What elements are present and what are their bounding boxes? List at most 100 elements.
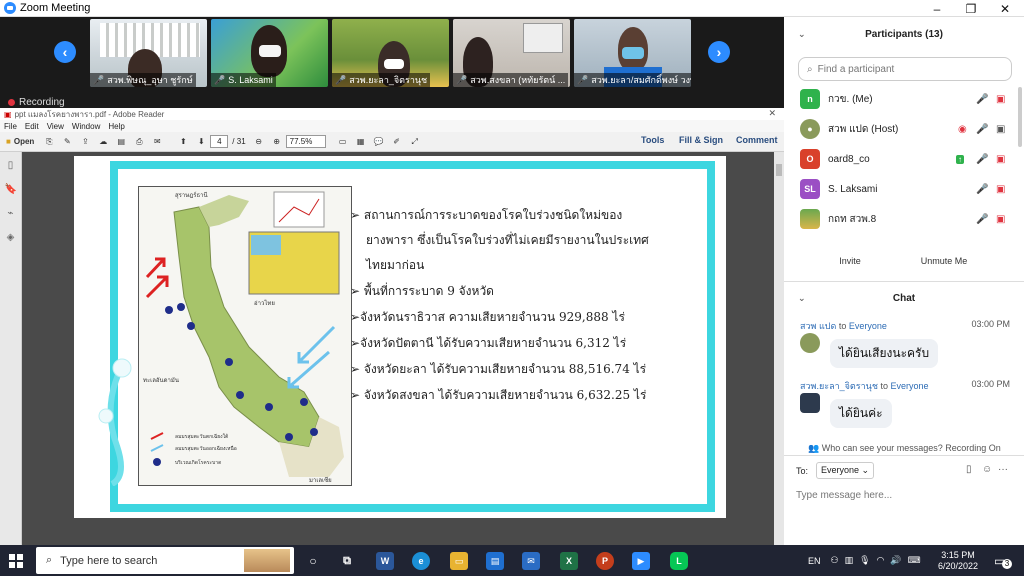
menu-window[interactable]: Window: [72, 122, 100, 131]
reader-vertical-scrollbar[interactable]: [774, 152, 784, 545]
pages-panel-icon[interactable]: ▯: [5, 160, 17, 172]
mail-icon[interactable]: ✉: [522, 552, 540, 570]
comment-tab[interactable]: Comment: [736, 135, 778, 145]
fit-page-icon[interactable]: ▭: [336, 135, 350, 149]
reader-close-icon[interactable]: ✕: [768, 108, 776, 119]
taskbar-search-box[interactable]: ⌕ Type here to search: [36, 547, 294, 574]
zoom-in-icon[interactable]: ⊕: [270, 135, 284, 149]
tools-tab[interactable]: Tools: [641, 135, 664, 145]
menu-edit[interactable]: Edit: [25, 122, 39, 131]
edge-icon[interactable]: e: [412, 552, 430, 570]
invite-button[interactable]: Invite: [832, 253, 868, 269]
print-icon[interactable]: ⎙: [132, 135, 146, 149]
clock[interactable]: 3:15 PM 6/20/2022: [936, 545, 980, 576]
mic-icon[interactable]: 🎤: [976, 124, 988, 135]
tile-name-text: สวพ.ยะลา/สมศักดิ์พงษ์ วงษ์...: [591, 75, 691, 85]
email-icon[interactable]: ✉: [150, 135, 164, 149]
maximize-button[interactable]: ❐: [954, 0, 988, 17]
create-pdf-icon[interactable]: ⎘: [42, 135, 56, 149]
volume-icon[interactable]: 🔊: [890, 555, 901, 566]
unmute-me-button[interactable]: Unmute Me: [914, 253, 974, 269]
microphone-icon[interactable]: 🎙: [859, 555, 870, 566]
keyboard-icon[interactable]: ⌨: [908, 555, 921, 566]
zoom-out-icon[interactable]: ⊖: [252, 135, 266, 149]
notifications-button[interactable]: ▭ 3: [994, 545, 1012, 576]
tile-name-text: S. Laksami: [228, 75, 273, 85]
edit-pdf-icon[interactable]: ✎: [60, 135, 74, 149]
video-tile[interactable]: 🎤 สวพ.ยะลา_จิตรานุช: [332, 19, 449, 87]
participant-row[interactable]: n กวข. (Me) 🎤 ▣: [800, 87, 1020, 111]
video-off-icon[interactable]: ▣: [996, 94, 1005, 105]
network-icon[interactable]: ▥: [845, 555, 854, 566]
message-input[interactable]: Type message here...: [796, 490, 892, 501]
collapse-chevron-icon[interactable]: ⌄: [798, 293, 806, 304]
video-icon[interactable]: ▣: [996, 124, 1005, 135]
page-up-icon[interactable]: ⬆: [176, 135, 190, 149]
open-button[interactable]: ■ Open: [2, 135, 38, 149]
language-indicator[interactable]: EN: [808, 556, 821, 566]
video-tile[interactable]: 🎤สวพ.ยะลา/สมศักดิ์พงษ์ วงษ์...: [574, 19, 691, 87]
muted-mic-icon[interactable]: 🎤: [976, 184, 988, 195]
video-tile[interactable]: 🎤 สวพ.พิษณุ_อุษา ชูรักษ์: [90, 19, 207, 87]
clock-time: 3:15 PM: [941, 549, 975, 560]
more-icon[interactable]: ···: [998, 464, 1008, 475]
video-off-icon[interactable]: ▣: [996, 214, 1005, 225]
save-icon[interactable]: ▤: [114, 135, 128, 149]
video-off-icon[interactable]: ▣: [996, 184, 1005, 195]
file-explorer-icon[interactable]: ▭: [450, 552, 468, 570]
emoji-icon[interactable]: ☺: [982, 464, 992, 475]
muted-mic-icon[interactable]: 🎤: [976, 94, 988, 105]
zoom-level-select[interactable]: 77.5%: [285, 135, 326, 148]
muted-mic-icon[interactable]: 🎤: [976, 154, 988, 165]
line-icon[interactable]: L: [670, 552, 688, 570]
menu-help[interactable]: Help: [108, 122, 124, 131]
video-tile[interactable]: 🎤 S. Laksami: [211, 19, 328, 87]
scroll-thumb[interactable]: [776, 164, 782, 176]
task-view-icon[interactable]: ⧉: [338, 552, 356, 570]
participant-row[interactable]: SL S. Laksami 🎤 ▣: [800, 177, 1020, 201]
find-participant-input[interactable]: ⌕ Find a participant: [798, 57, 1012, 81]
next-page-icon[interactable]: ›: [708, 41, 730, 63]
muted-mic-icon[interactable]: 🎤: [976, 214, 988, 225]
export-icon[interactable]: ⇪: [78, 135, 92, 149]
cortana-icon[interactable]: ○: [304, 552, 322, 570]
prev-page-icon[interactable]: ‹: [54, 41, 76, 63]
powerpoint-icon[interactable]: P: [596, 552, 614, 570]
minimize-button[interactable]: –: [920, 0, 954, 17]
bookmark-icon[interactable]: 🔖: [5, 184, 17, 196]
participant-row[interactable]: O oard8_co ↑ 🎤 ▣: [800, 147, 1020, 171]
menu-view[interactable]: View: [47, 122, 64, 131]
cloud-icon[interactable]: ☁: [96, 135, 110, 149]
video-off-icon[interactable]: ▣: [996, 154, 1005, 165]
people-icon: 👥: [808, 443, 822, 453]
who-can-see-notice[interactable]: 👥 Who can see your messages? Recording O…: [808, 443, 1001, 454]
menu-file[interactable]: File: [4, 122, 17, 131]
participant-row[interactable]: กถท สวพ.8 🎤 ▣: [800, 207, 1020, 231]
fill-sign-tab[interactable]: Fill & Sign: [679, 135, 723, 145]
bullet-line: ➢ จังหวัดสงขลา ได้รับความเสียหายจำนวน 6,…: [350, 388, 647, 402]
start-button[interactable]: [0, 545, 32, 576]
participants-scrollbar[interactable]: [1018, 87, 1022, 147]
page-number-input[interactable]: 4: [210, 135, 229, 148]
wifi-icon[interactable]: ◠: [877, 555, 885, 566]
highlight-icon[interactable]: ✐: [390, 135, 404, 149]
video-tile[interactable]: 🎤 สวพ.สงขลา (หทัยรัตน์ ...: [453, 19, 570, 87]
file-icon[interactable]: ▯: [966, 464, 972, 475]
collapse-chevron-icon[interactable]: ⌄: [798, 29, 806, 40]
participant-row[interactable]: ● สวพ แปด (Host) ◉ 🎤 ▣: [800, 117, 1020, 141]
close-button[interactable]: ✕: [988, 0, 1022, 17]
zoom-taskbar-icon[interactable]: ▶: [632, 552, 650, 570]
excel-icon[interactable]: X: [560, 552, 578, 570]
message-target: Everyone: [848, 321, 887, 331]
expand-icon[interactable]: ⤢: [408, 135, 422, 149]
layers-icon[interactable]: ◈: [5, 232, 17, 244]
recipient-select[interactable]: Everyone ⌄: [816, 462, 875, 479]
attachment-icon[interactable]: ⌁: [5, 208, 17, 220]
word-icon[interactable]: W: [376, 552, 394, 570]
participants-header: ⌄ Participants (13): [784, 17, 1024, 51]
store-icon[interactable]: ▤: [486, 552, 504, 570]
comment-icon[interactable]: 💬: [372, 135, 386, 149]
page-down-icon[interactable]: ⬇: [194, 135, 208, 149]
people-icon[interactable]: ⚇: [831, 555, 839, 566]
fit-width-icon[interactable]: ▦: [354, 135, 368, 149]
